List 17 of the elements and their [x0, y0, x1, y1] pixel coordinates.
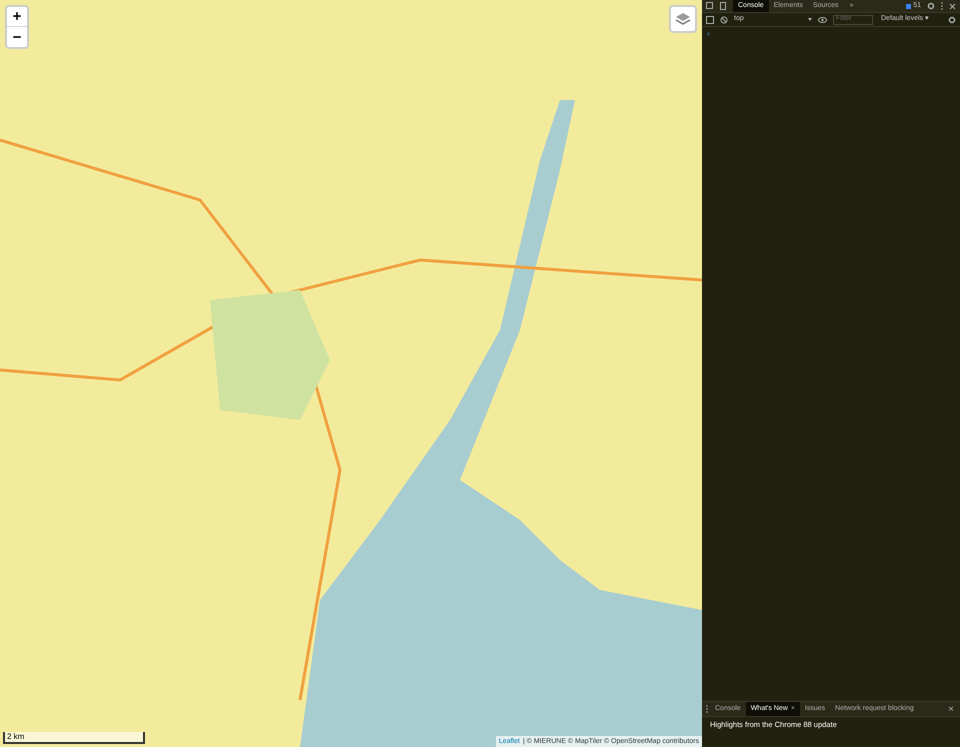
settings-icon[interactable]: [948, 16, 956, 24]
inspect-icon[interactable]: [706, 2, 714, 10]
scale-bar: 2 km: [3, 732, 145, 744]
dropdown-icon: [808, 18, 812, 21]
layers-button[interactable]: [669, 5, 697, 33]
console-prompt: ›: [707, 29, 710, 38]
settings-icon[interactable]: [927, 2, 935, 10]
device-icon[interactable]: [720, 2, 727, 10]
zoom-out-button[interactable]: −: [7, 27, 27, 47]
layers-icon: [675, 12, 691, 26]
issue-icon: [906, 4, 912, 8]
close-drawer-button[interactable]: ×: [948, 702, 954, 716]
zoom-in-button[interactable]: +: [7, 7, 27, 27]
close-icon[interactable]: [949, 2, 956, 10]
eye-icon[interactable]: [818, 16, 827, 22]
clear-icon[interactable]: [720, 16, 728, 24]
sidebar-icon[interactable]: [706, 16, 714, 24]
